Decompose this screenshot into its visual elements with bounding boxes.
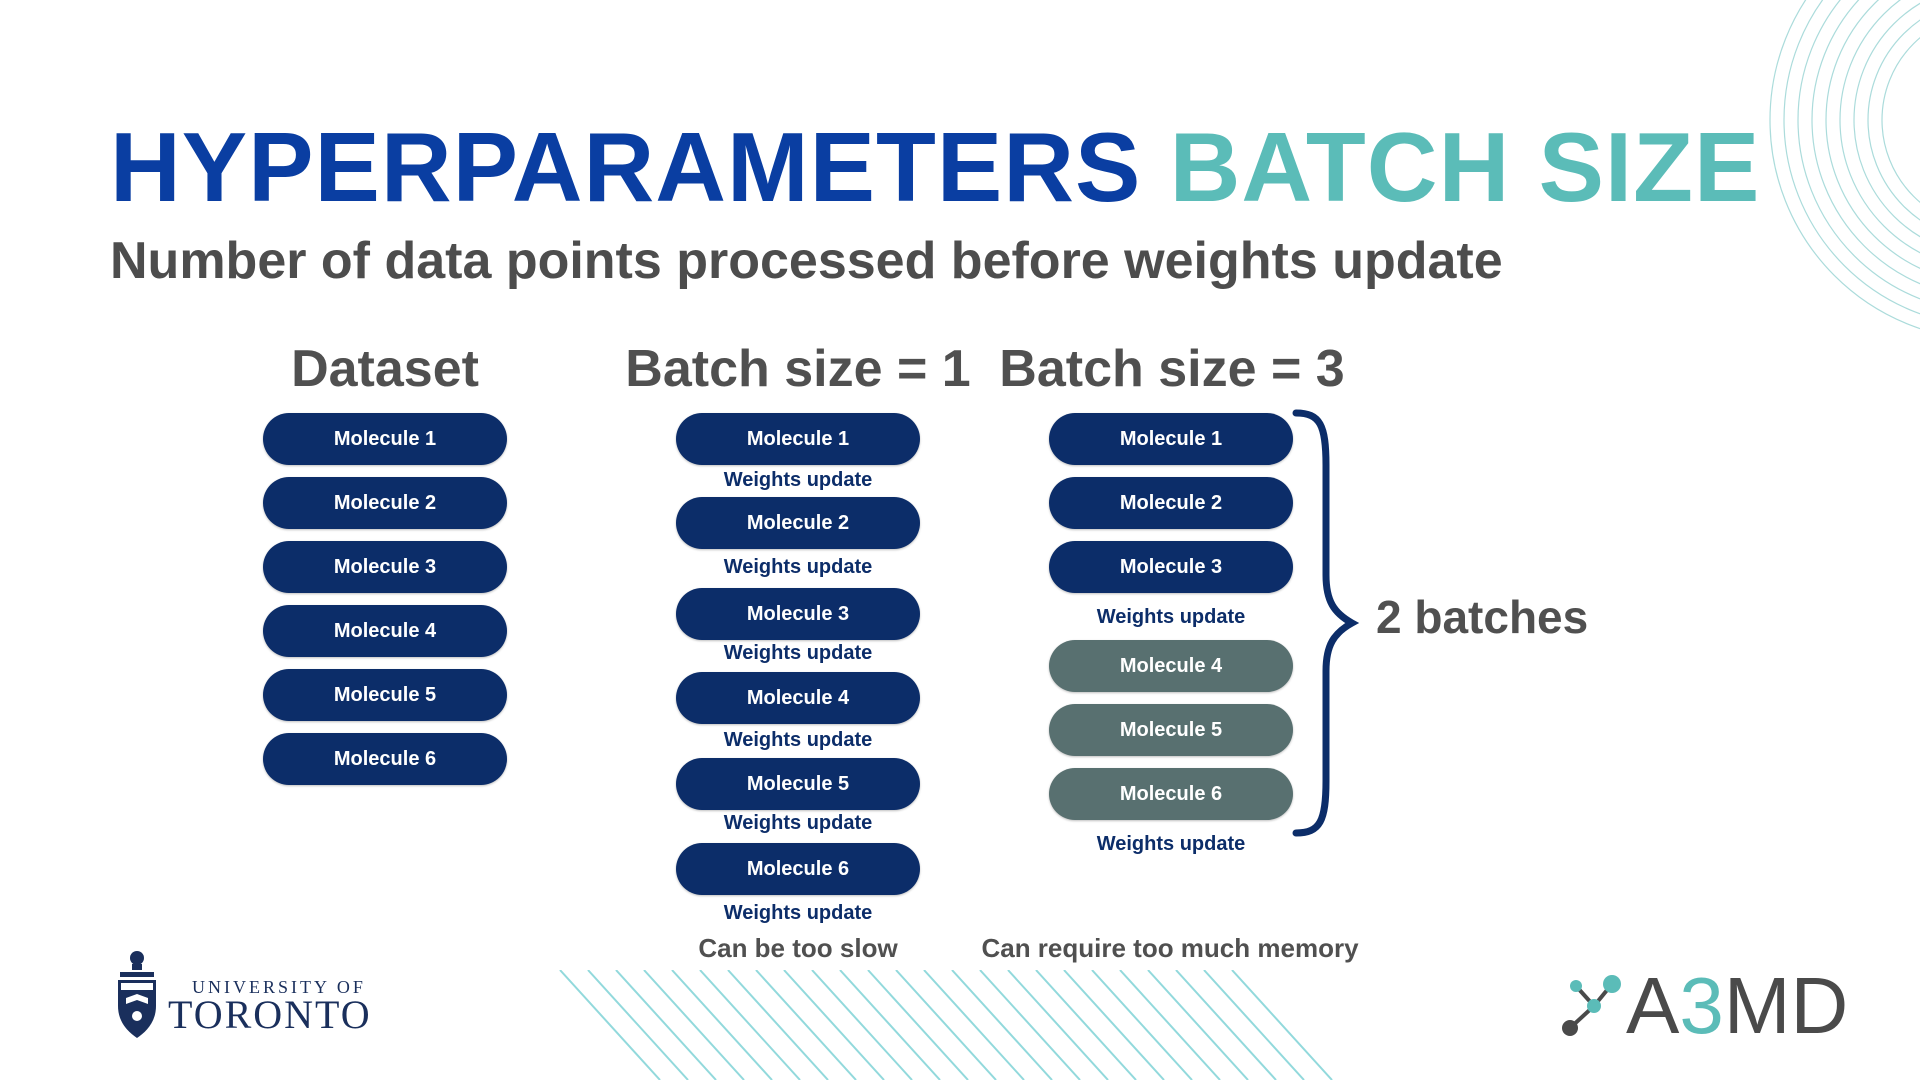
weights-update-label: Weights update [723,556,873,578]
title-part-hyperparameters: HYPERPARAMETERS [110,112,1142,222]
page-title: HYPERPARAMETERS BATCH SIZE [110,118,1760,216]
weights-update-label: Weights update [723,469,873,491]
weights-update-label: Weights update [723,902,873,924]
batch3-note: Can require too much memory [981,933,1359,963]
batch1-molecule-pill: Molecule 2 [676,497,920,549]
batch1-note: Can be too slow [698,933,898,963]
dataset-molecule-pill: Molecule 2 [263,477,507,529]
batch3-molecule-pill: Molecule 2 [1049,477,1293,529]
weights-update-label: Weights update [723,729,873,751]
dataset-molecule-pill: Molecule 6 [263,733,507,785]
a3md-logo-text: A3MD [1626,966,1848,1046]
batch3-molecule-pill: Molecule 3 [1049,541,1293,593]
decorative-stripes [559,970,1333,1080]
batch1-molecule-pill: Molecule 4 [676,672,920,724]
weights-update-label: Weights update [723,812,873,834]
a3md-a: A [1626,961,1680,1050]
batch1-molecule-pill: Molecule 1 [676,413,920,465]
dataset-molecule-pill: Molecule 4 [263,605,507,657]
page-subtitle: Number of data points processed before w… [110,232,1503,290]
batch3-molecule-pill: Molecule 1 [1049,413,1293,465]
batch3-molecule-pill: Molecule 4 [1049,640,1293,692]
two-batches-label: 2 batches [1376,591,1589,643]
batch3-molecule-pill: Molecule 5 [1049,704,1293,756]
university-crest-icon [118,951,156,1038]
toronto-text: TORONTO [168,992,372,1037]
weights-update-label: Weights update [1096,833,1246,855]
dataset-heading: Dataset [291,340,479,398]
weights-update-label: Weights update [723,642,873,664]
batch1-molecule-pill: Molecule 5 [676,758,920,810]
molecule-network-icon [1562,975,1621,1036]
dataset-molecule-pill: Molecule 3 [263,541,507,593]
a3md-md: MD [1723,961,1849,1050]
curly-brace [1292,409,1360,837]
batch1-molecule-pill: Molecule 6 [676,843,920,895]
batch-size-3-heading: Batch size = 3 [999,340,1345,398]
batch1-molecule-pill: Molecule 3 [676,588,920,640]
dataset-molecule-pill: Molecule 1 [263,413,507,465]
batch-size-1-heading: Batch size = 1 [625,340,971,398]
dataset-molecule-pill: Molecule 5 [263,669,507,721]
batch3-molecule-pill: Molecule 6 [1049,768,1293,820]
title-part-batch-size: BATCH SIZE [1169,112,1761,222]
weights-update-label: Weights update [1096,606,1246,628]
a3md-three: 3 [1679,961,1724,1050]
